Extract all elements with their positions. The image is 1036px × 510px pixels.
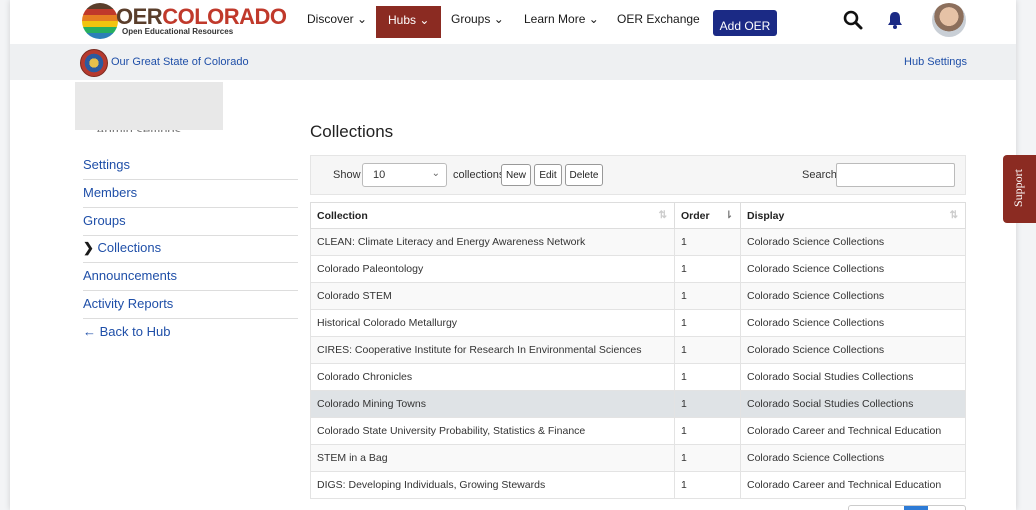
new-button[interactable]: New [501,164,531,186]
add-oer-button[interactable]: Add OER [713,10,777,36]
table-row[interactable]: Colorado STEM 1 Colorado Science Collectio… [310,282,966,310]
cell-display: Colorado Science Collections [740,444,966,472]
edit-button[interactable]: Edit [534,164,562,186]
cell-order: 1 [674,228,741,256]
chevron-down-icon: ⌄ [588,12,599,26]
table-row[interactable]: Colorado State University Probability, S… [310,417,966,445]
table-row[interactable]: Colorado Mining Towns 1 Colorado Social St… [310,390,966,418]
sidebar-item-members[interactable]: Members [83,180,298,208]
sidebar-item-groups[interactable]: Groups [83,208,298,236]
nav-discover[interactable]: Discover ⌄ [307,12,367,26]
table-row[interactable]: DIGS: Developing Individuals, Growing St… [310,471,966,499]
cell-collection: CLEAN: Climate Literacy and Energy Aware… [310,228,675,256]
collections-label: collections [453,169,505,181]
cell-collection: Colorado Chronicles [310,363,675,391]
nav-hubs[interactable]: Hubs ⌄ [376,6,441,38]
sort-icon: ⇅ [949,210,958,221]
cell-collection: STEM in a Bag [310,444,675,472]
sidebar-item-collections[interactable]: ❯ Collections [83,235,298,263]
table-toolbar: Show 10 ⌄ collections New Edit Delete Se… [310,155,966,195]
bell-icon[interactable] [884,9,906,31]
hub-settings-link[interactable]: Hub Settings [904,56,967,68]
cell-display: Colorado Science Collections [740,309,966,337]
nav-learn-more[interactable]: Learn More ⌄ [524,12,599,26]
oer-colorado-logo[interactable]: OERCOLORADO Open Educational Resources [82,3,287,39]
hub-bar: Our Great State of Colorado Hub Settings [10,44,1016,80]
table-row[interactable]: Colorado Chronicles 1 Colorado Social Stud… [310,363,966,391]
column-header-order[interactable]: Order ⇂ [674,202,741,229]
sidebar-item-announcements[interactable]: Announcements [83,263,298,291]
sort-icon: ⇅ [658,210,667,221]
sidebar-item-back-to-hub[interactable]: ← Back to Hub [83,319,298,347]
user-avatar[interactable] [932,3,966,37]
search-label: Search: [802,169,840,181]
page-size-select[interactable]: 10 ⌄ [362,163,447,187]
cell-collection: Colorado Paleontology [310,255,675,283]
table-row[interactable]: CLEAN: Climate Literacy and Energy Aware… [310,228,966,256]
sidebar-item-settings[interactable]: Settings [83,152,298,180]
table-row[interactable]: STEM in a Bag 1 Colorado Science Collectio… [310,444,966,472]
cell-order: 1 [674,255,741,283]
cell-order: 1 [674,336,741,364]
top-navigation: OERCOLORADO Open Educational Resources D… [10,0,1016,44]
cell-order: 1 [674,282,741,310]
arrow-left-icon: ← [83,324,100,339]
cell-order: 1 [674,444,741,472]
chevron-right-icon: ❯ [83,240,98,255]
chevron-down-icon: ⌄ [431,168,440,179]
cell-display: Colorado Career and Technical Education [740,417,966,445]
cell-order: 1 [674,471,741,499]
cell-display: Colorado Science Collections [740,228,966,256]
cell-display: Colorado Science Collections [740,255,966,283]
cell-order: 1 [674,417,741,445]
collections-table: Collection ⇅ Order ⇂ Display ⇅ CLEAN: Clima… [310,202,966,499]
pagination-current-page[interactable] [904,506,928,510]
chevron-down-icon: ⌄ [419,13,430,27]
colorado-seal-icon [80,49,108,77]
sidebar-placeholder [75,82,223,130]
search-icon[interactable] [842,9,864,31]
sidebar-item-activity-reports[interactable]: Activity Reports [83,291,298,319]
sort-ascending-icon: ⇂ [724,210,733,221]
table-row[interactable]: Historical Colorado Metallurgy 1 Colorado … [310,309,966,337]
logo-stripes-icon [82,3,118,39]
page-title: Collections [310,122,394,141]
cell-order: 1 [674,309,741,337]
show-label: Show [333,169,361,181]
cell-collection: Colorado Mining Towns [310,390,675,418]
nav-oer-exchange[interactable]: OER Exchange [617,12,700,26]
cell-collection: Colorado STEM [310,282,675,310]
cell-display: Colorado Career and Technical Education [740,471,966,499]
cell-display: Colorado Science Collections [740,336,966,364]
logo-subtitle: Open Educational Resources [122,27,234,36]
cell-display: Colorado Social Studies Collections [740,390,966,418]
search-input[interactable] [836,163,955,187]
browser-page: OERCOLORADO Open Educational Resources D… [10,0,1016,510]
table-header-row: Collection ⇅ Order ⇂ Display ⇅ [310,202,966,229]
cell-collection: CIRES: Cooperative Institute for Researc… [310,336,675,364]
nav-groups[interactable]: Groups ⌄ [451,12,504,26]
cell-collection: Colorado State University Probability, S… [310,417,675,445]
chevron-down-icon: ⌄ [357,12,368,26]
pagination[interactable] [848,505,966,510]
support-tab[interactable]: Support [1003,155,1036,223]
cell-display: Colorado Science Collections [740,282,966,310]
cell-display: Colorado Social Studies Collections [740,363,966,391]
delete-button[interactable]: Delete [565,164,603,186]
cell-collection: DIGS: Developing Individuals, Growing St… [310,471,675,499]
table-row[interactable]: CIRES: Cooperative Institute for Researc… [310,336,966,364]
cell-order: 1 [674,363,741,391]
hub-name-link[interactable]: Our Great State of Colorado [111,56,249,68]
chevron-down-icon: ⌄ [493,12,504,26]
table-row[interactable]: Colorado Paleontology 1 Colorado Science C… [310,255,966,283]
column-header-display[interactable]: Display ⇅ [740,202,966,229]
column-header-collection[interactable]: Collection ⇅ [310,202,675,229]
cell-order: 1 [674,390,741,418]
cell-collection: Historical Colorado Metallurgy [310,309,675,337]
